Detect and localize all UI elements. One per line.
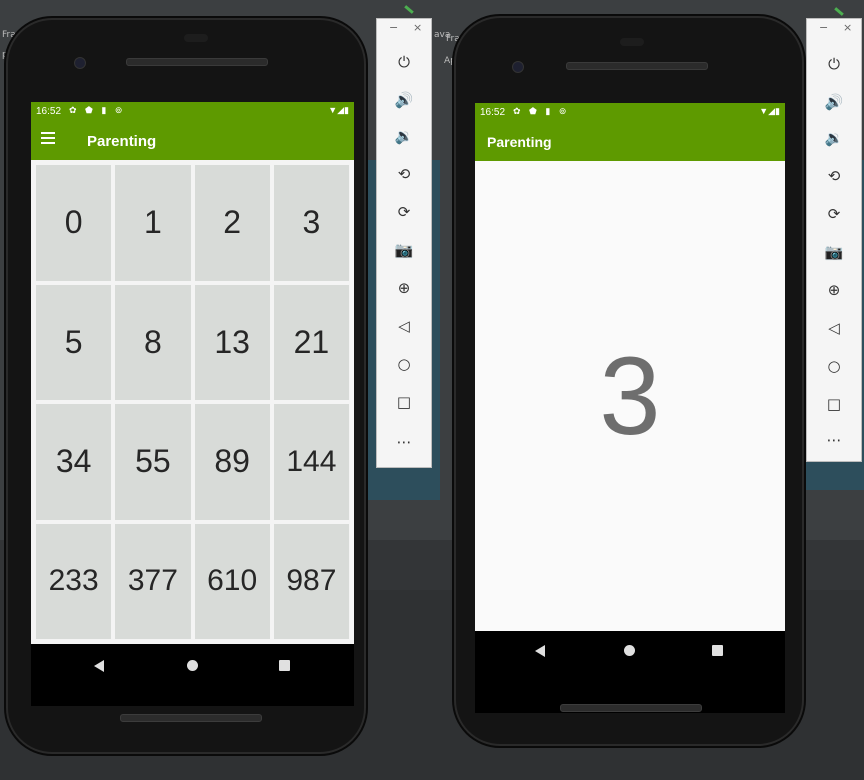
volume-down-icon[interactable]: 🔉	[377, 121, 431, 151]
bottom-speaker	[560, 704, 702, 712]
number-tile[interactable]: 21	[271, 282, 351, 402]
camera-icon[interactable]: 📷	[807, 237, 861, 267]
number-tile[interactable]: 8	[113, 282, 193, 402]
more-icon[interactable]: ⋯	[807, 425, 861, 455]
back-nav-button[interactable]	[94, 660, 104, 672]
screen: 16:52 ✿ ⬟ ▮ ⊚ ▼◢▮ Parenting 0 1 2 3 5 8 13 21 34…	[31, 102, 354, 706]
phone-frame-left: 16:52 ✿ ⬟ ▮ ⊚ ▼◢▮ Parenting 0 1 2 3 5 8 13 21 34…	[8, 20, 364, 752]
app-title: Parenting	[487, 134, 552, 150]
number-tile[interactable]: 987	[271, 521, 351, 641]
camera-icon[interactable]: 📷	[377, 235, 431, 265]
menu-icon[interactable]	[41, 132, 57, 146]
app-bar: Parenting	[31, 122, 354, 160]
sensor	[184, 34, 208, 42]
phone-frame-right: 16:52 ✿ ⬟ ▮ ⊚ ▼◢▮ Parenting 3	[456, 18, 802, 744]
screen: 16:52 ✿ ⬟ ▮ ⊚ ▼◢▮ Parenting 3	[475, 103, 785, 713]
power-icon[interactable]: ⏻	[377, 47, 431, 77]
number-tile[interactable]: 89	[192, 402, 272, 522]
overview-icon[interactable]: □	[807, 389, 861, 419]
number-tile[interactable]: 1	[113, 163, 193, 283]
volume-up-icon[interactable]: 🔊	[807, 87, 861, 117]
close-button[interactable]: ×	[843, 21, 852, 34]
fibonacci-grid: 0 1 2 3 5 8 13 21 34 55 89 144 233 377 610 987	[31, 160, 354, 644]
overview-icon[interactable]: □	[377, 387, 431, 417]
signal-battery-icons: ▼◢▮	[328, 105, 349, 115]
number-tile[interactable]: 13	[192, 282, 272, 402]
detail-view: 3	[475, 161, 785, 631]
nav-bar	[31, 644, 354, 706]
bottom-speaker	[120, 714, 262, 722]
front-camera	[74, 57, 86, 69]
zoom-icon[interactable]: ⊕	[377, 273, 431, 303]
rotate-left-icon[interactable]: ⟲	[807, 161, 861, 191]
front-camera	[512, 61, 524, 73]
number-tile[interactable]: 233	[34, 521, 114, 641]
home-icon[interactable]: ○	[377, 349, 431, 379]
signal-battery-icons: ▼◢▮	[759, 106, 780, 116]
status-time: 16:52	[480, 107, 506, 118]
more-icon[interactable]: ⋯	[377, 427, 431, 457]
volume-up-icon[interactable]: 🔊	[377, 85, 431, 115]
emulator-toolbar-right: − × ⏻ 🔊 🔉 ⟲ ⟳ 📷 ⊕ ◁ ○ □ ⋯	[806, 18, 862, 462]
number-tile[interactable]: 144	[271, 402, 351, 522]
number-tile[interactable]: 55	[113, 402, 193, 522]
back-nav-button[interactable]	[535, 645, 545, 657]
status-time: 16:52	[36, 106, 62, 117]
number-tile[interactable]: 2	[192, 163, 272, 283]
recents-nav-button[interactable]	[279, 660, 290, 671]
zoom-icon[interactable]: ⊕	[807, 275, 861, 305]
rotate-right-icon[interactable]: ⟳	[377, 197, 431, 227]
volume-down-icon[interactable]: 🔉	[807, 123, 861, 153]
sensor	[620, 38, 644, 46]
top-speaker	[566, 62, 708, 70]
rotate-left-icon[interactable]: ⟲	[377, 159, 431, 189]
nav-bar	[475, 631, 785, 713]
close-button[interactable]: ×	[413, 21, 422, 34]
back-icon[interactable]: ◁	[377, 311, 431, 341]
app-title: Parenting	[87, 133, 157, 150]
number-tile[interactable]: 0	[34, 163, 114, 283]
power-icon[interactable]: ⏻	[807, 49, 861, 79]
home-nav-button[interactable]	[624, 645, 635, 656]
top-speaker	[126, 58, 268, 66]
app-bar: Parenting	[475, 123, 785, 161]
back-icon[interactable]: ◁	[807, 313, 861, 343]
status-bar: 16:52 ✿ ⬟ ▮ ⊚ ▼◢▮	[31, 102, 354, 122]
recents-nav-button[interactable]	[712, 645, 723, 656]
minimize-button[interactable]: −	[819, 21, 828, 34]
home-nav-button[interactable]	[187, 660, 198, 671]
emulator-toolbar-left: − × ⏻ 🔊 🔉 ⟲ ⟳ 📷 ⊕ ◁ ○ □ ⋯	[376, 18, 432, 468]
number-tile[interactable]: 34	[34, 402, 114, 522]
status-bar: 16:52 ✿ ⬟ ▮ ⊚ ▼◢▮	[475, 103, 785, 123]
notification-icons: ✿ ⬟ ▮ ⊚	[513, 106, 570, 116]
home-icon[interactable]: ○	[807, 351, 861, 381]
number-tile[interactable]: 377	[113, 521, 193, 641]
number-tile[interactable]: 610	[192, 521, 272, 641]
rotate-right-icon[interactable]: ⟳	[807, 199, 861, 229]
number-tile[interactable]: 3	[271, 163, 351, 283]
minimize-button[interactable]: −	[389, 21, 398, 34]
number-tile[interactable]: 5	[34, 282, 114, 402]
selected-number: 3	[599, 334, 661, 458]
notification-icons: ✿ ⬟ ▮ ⊚	[69, 105, 126, 115]
